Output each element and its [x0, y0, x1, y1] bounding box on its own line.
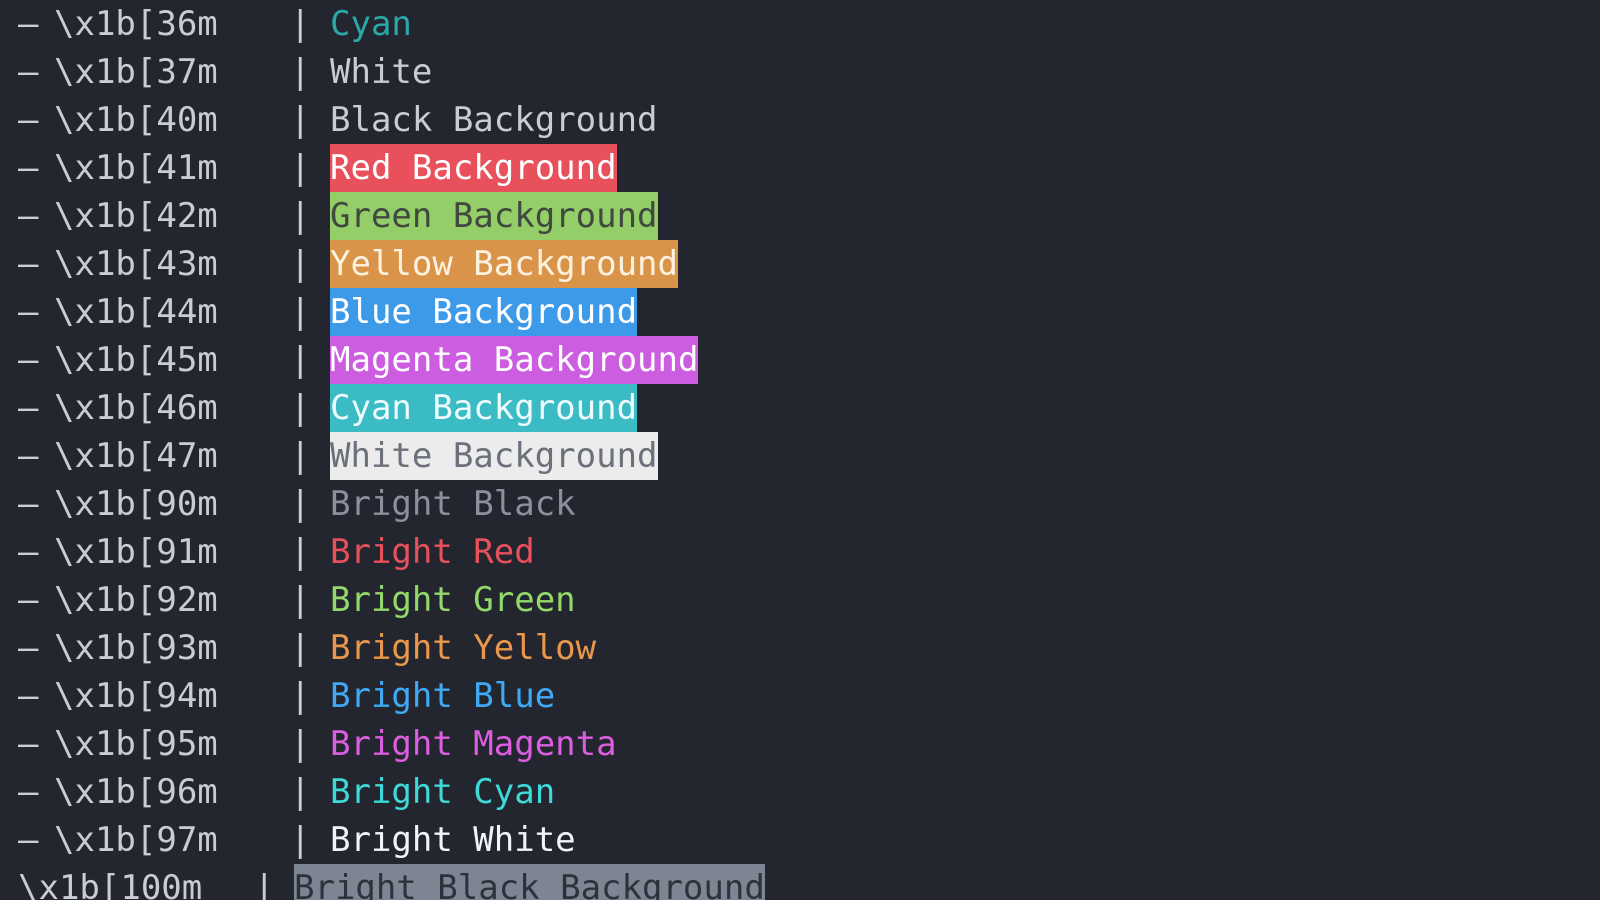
color-sample-label: Bright Black — [330, 484, 576, 524]
list-bullet-dash: – — [18, 676, 39, 716]
ansi-escape-code: \x1b[93m — [54, 628, 218, 668]
list-bullet-dash: – — [18, 628, 39, 668]
ansi-escape-code: \x1b[46m — [54, 388, 218, 428]
ansi-color-row: – \x1b[47m | White Background — [0, 432, 1600, 480]
color-sample-label: Bright Yellow — [330, 628, 597, 668]
color-sample-label: White — [330, 52, 433, 92]
list-bullet-dash: – — [18, 388, 39, 428]
color-sample-label: Bright Magenta — [330, 724, 617, 764]
color-sample-label: Bright Red — [330, 532, 535, 572]
color-sample-label: Cyan Background — [330, 384, 638, 432]
ansi-escape-code: \x1b[37m — [54, 52, 218, 92]
ansi-color-row: – \x1b[42m | Green Background — [0, 192, 1600, 240]
list-bullet-dash: – — [18, 484, 39, 524]
list-bullet-dash: – — [18, 244, 39, 284]
list-bullet-dash: – — [18, 340, 39, 380]
ansi-color-row: – \x1b[90m | Bright Black — [0, 480, 1600, 528]
column-separator-pipe: | — [290, 820, 311, 860]
ansi-color-row: – \x1b[93m | Bright Yellow — [0, 624, 1600, 672]
ansi-color-row: – \x1b[37m | White — [0, 48, 1600, 96]
ansi-color-row: \x1b[100m | Bright Black Background — [0, 864, 1600, 900]
column-separator-pipe: | — [290, 244, 311, 284]
list-bullet-dash: – — [18, 100, 39, 140]
column-separator-pipe: | — [290, 292, 311, 332]
ansi-color-row: – \x1b[91m | Bright Red — [0, 528, 1600, 576]
column-separator-pipe: | — [290, 148, 311, 188]
ansi-escape-code: \x1b[42m — [54, 196, 218, 236]
color-sample-label: Magenta Background — [330, 336, 699, 384]
ansi-escape-code: \x1b[41m — [54, 148, 218, 188]
color-sample-label: Red Background — [330, 144, 617, 192]
ansi-escape-code: \x1b[90m — [54, 484, 218, 524]
color-sample-label: Cyan — [330, 4, 412, 44]
column-separator-pipe: | — [290, 100, 311, 140]
ansi-color-row: – \x1b[92m | Bright Green — [0, 576, 1600, 624]
ansi-escape-code: \x1b[97m — [54, 820, 218, 860]
color-sample-label: Yellow Background — [330, 240, 678, 288]
column-separator-pipe: | — [290, 676, 311, 716]
column-separator-pipe: | — [290, 484, 311, 524]
color-sample-label: Bright Black Background — [294, 864, 765, 900]
column-separator-pipe: | — [290, 772, 311, 812]
ansi-escape-code: \x1b[43m — [54, 244, 218, 284]
ansi-escape-code: \x1b[95m — [54, 724, 218, 764]
ansi-color-row: – \x1b[40m | Black Background — [0, 96, 1600, 144]
list-bullet-dash: – — [18, 4, 39, 44]
ansi-color-row: – \x1b[43m | Yellow Background — [0, 240, 1600, 288]
list-bullet-dash: – — [18, 532, 39, 572]
terminal-output-pane: – \x1b[36m | Cyan – \x1b[37m | White – \x1b[40m | B… — [0, 0, 1600, 900]
column-separator-pipe: | — [290, 4, 311, 44]
column-separator-pipe: | — [290, 436, 311, 476]
list-bullet-dash: – — [18, 436, 39, 476]
ansi-escape-code: \x1b[91m — [54, 532, 218, 572]
color-sample-label: White Background — [330, 432, 658, 480]
ansi-escape-code: \x1b[96m — [54, 772, 218, 812]
column-separator-pipe: | — [290, 52, 311, 92]
column-separator-pipe: | — [254, 868, 275, 900]
column-separator-pipe: | — [290, 388, 311, 428]
list-bullet-dash: – — [18, 292, 39, 332]
color-sample-label: Bright Cyan — [330, 772, 556, 812]
column-separator-pipe: | — [290, 340, 311, 380]
ansi-escape-code: \x1b[94m — [54, 676, 218, 716]
ansi-color-row: – \x1b[97m | Bright White — [0, 816, 1600, 864]
color-sample-label: Bright Green — [330, 580, 576, 620]
ansi-escape-code: \x1b[92m — [54, 580, 218, 620]
column-separator-pipe: | — [290, 196, 311, 236]
list-bullet-dash: – — [18, 772, 39, 812]
ansi-color-row: – \x1b[45m | Magenta Background — [0, 336, 1600, 384]
ansi-escape-code: \x1b[45m — [54, 340, 218, 380]
column-separator-pipe: | — [290, 628, 311, 668]
ansi-color-row: – \x1b[96m | Bright Cyan — [0, 768, 1600, 816]
ansi-escape-code: \x1b[40m — [54, 100, 218, 140]
column-separator-pipe: | — [290, 724, 311, 764]
ansi-color-row: – \x1b[41m | Red Background — [0, 144, 1600, 192]
ansi-color-row: – \x1b[44m | Blue Background — [0, 288, 1600, 336]
ansi-escape-code: \x1b[47m — [54, 436, 218, 476]
color-sample-label: Bright Blue — [330, 676, 556, 716]
list-bullet-dash: – — [18, 580, 39, 620]
list-bullet-dash: – — [18, 196, 39, 236]
ansi-escape-code: \x1b[36m — [54, 4, 218, 44]
ansi-color-row: – \x1b[95m | Bright Magenta — [0, 720, 1600, 768]
color-sample-label: Green Background — [330, 192, 658, 240]
ansi-color-row: – \x1b[36m | Cyan — [0, 0, 1600, 48]
column-separator-pipe: | — [290, 580, 311, 620]
list-bullet-dash: – — [18, 820, 39, 860]
list-bullet-dash: – — [18, 724, 39, 764]
ansi-escape-code: \x1b[44m — [54, 292, 218, 332]
color-sample-label: Bright White — [330, 820, 576, 860]
list-bullet-dash: – — [18, 148, 39, 188]
color-sample-label: Black Background — [330, 100, 658, 140]
color-sample-label: Blue Background — [330, 288, 638, 336]
ansi-color-row: – \x1b[46m | Cyan Background — [0, 384, 1600, 432]
list-bullet-dash: – — [18, 52, 39, 92]
column-separator-pipe: | — [290, 532, 311, 572]
ansi-color-row: – \x1b[94m | Bright Blue — [0, 672, 1600, 720]
ansi-escape-code: \x1b[100m — [18, 868, 203, 900]
